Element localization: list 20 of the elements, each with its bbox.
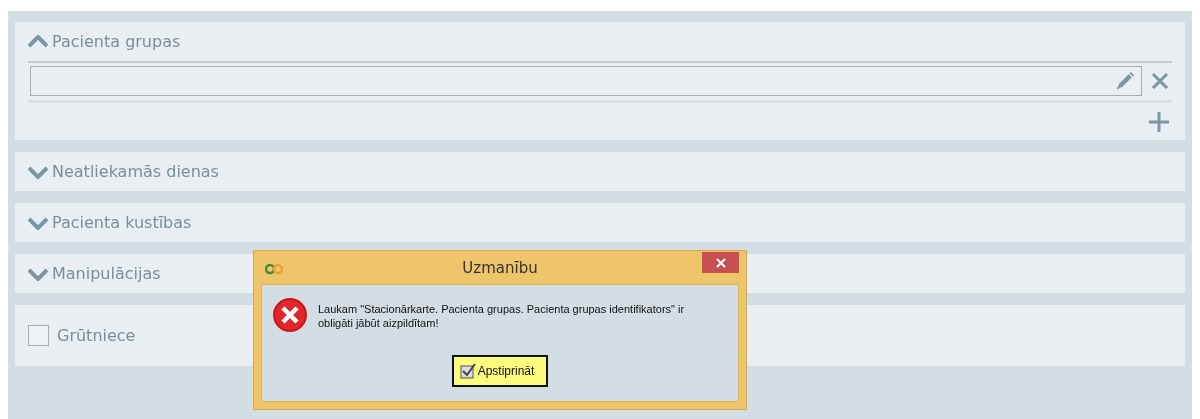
- error-message: Laukam "Stacionārkarte. Pacienta grupas. Pacienta grupas identifikators" ir obligāti jābūt aizpildītam!: [318, 302, 686, 330]
- error-icon: [272, 297, 308, 333]
- checkbox-label: Grūtniece: [57, 326, 136, 345]
- input-field[interactable]: [30, 66, 1142, 96]
- chevron-down-icon[interactable]: [28, 164, 48, 179]
- close-icon[interactable]: [1150, 71, 1170, 91]
- checkmark-icon[interactable]: [459, 363, 476, 379]
- section-title[interactable]: Pacienta grupas: [52, 32, 181, 51]
- pencil-icon[interactable]: [1115, 71, 1135, 91]
- chevron-up-icon[interactable]: [28, 34, 48, 49]
- close-button[interactable]: [702, 252, 739, 273]
- section-title[interactable]: Manipulācijas: [52, 264, 161, 283]
- confirm-button[interactable]: Apstiprināt: [451, 355, 549, 387]
- checkbox[interactable]: [28, 325, 49, 346]
- dialog-title: Uzmanību: [461, 258, 539, 277]
- section-title[interactable]: Neatliekamās dienas: [52, 162, 219, 181]
- plus-icon[interactable]: [1148, 110, 1170, 133]
- section-title[interactable]: Pacienta kustības: [52, 213, 192, 232]
- chevron-down-icon[interactable]: [28, 266, 48, 281]
- chevron-down-icon[interactable]: [28, 215, 48, 230]
